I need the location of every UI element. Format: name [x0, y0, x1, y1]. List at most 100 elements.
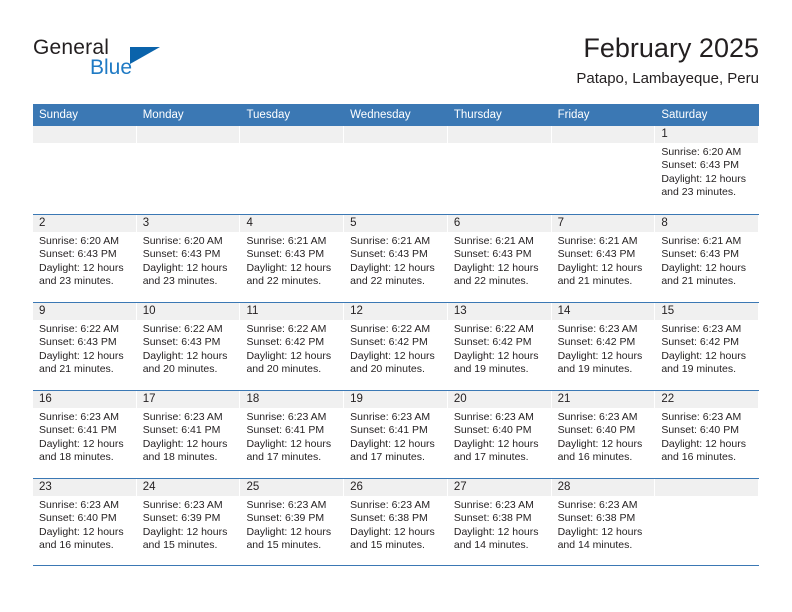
day-sun-info: Sunrise: 6:21 AM Sunset: 6:43 PM Daylight:…	[552, 232, 655, 289]
calendar-day-cell[interactable]: 21 Sunrise: 6:23 AM Sunset: 6:40 PM Dayligh…	[551, 391, 656, 478]
calendar-day-cell[interactable]: 20 Sunrise: 6:23 AM Sunset: 6:40 PM Dayligh…	[447, 391, 552, 478]
day-sun-info: Sunrise: 6:21 AM Sunset: 6:43 PM Daylight:…	[240, 232, 343, 289]
calendar-day-cell[interactable]: 14 Sunrise: 6:23 AM Sunset: 6:42 PM Dayligh…	[551, 303, 656, 390]
sunset-time: Sunset: 6:38 PM	[557, 512, 636, 525]
calendar-day-cell[interactable]: 17 Sunrise: 6:23 AM Sunset: 6:41 PM Dayligh…	[136, 391, 241, 478]
calendar-day-cell-empty	[655, 479, 760, 565]
daylight-duration-line1: Daylight: 12 hours	[350, 261, 435, 274]
daylight-duration-line2: and 14 minutes.	[453, 539, 529, 552]
calendar-day-cell[interactable]: 18 Sunrise: 6:23 AM Sunset: 6:41 PM Dayligh…	[240, 391, 345, 478]
daylight-duration-line2: and 21 minutes.	[39, 363, 114, 376]
calendar-day-cell[interactable]: 24 Sunrise: 6:23 AM Sunset: 6:39 PM Dayligh…	[136, 479, 241, 565]
calendar-day-cell[interactable]: 1 Sunrise: 6:20 AM Sunset: 6:43 PM Daylight…	[655, 126, 760, 214]
daylight-duration-line1: Daylight: 12 hours	[246, 349, 332, 362]
sunrise-time: Sunrise: 6:23 AM	[350, 411, 431, 423]
daylight-duration-line1: Daylight: 12 hours	[453, 437, 539, 450]
calendar-day-cell-empty	[33, 126, 137, 214]
calendar-day-cell[interactable]: 11 Sunrise: 6:22 AM Sunset: 6:42 PM Dayligh…	[240, 303, 345, 390]
calendar-day-cell[interactable]: 16 Sunrise: 6:23 AM Sunset: 6:41 PM Dayligh…	[33, 391, 137, 478]
sunset-time: Sunset: 6:40 PM	[661, 424, 739, 437]
calendar-day-cell[interactable]: 7 Sunrise: 6:21 AM Sunset: 6:43 PM Daylight…	[551, 215, 656, 302]
sunrise-time: Sunrise: 6:21 AM	[557, 235, 638, 247]
day-number: 27	[447, 479, 551, 496]
day-number	[33, 126, 136, 143]
calendar-day-cell[interactable]: 13 Sunrise: 6:22 AM Sunset: 6:42 PM Dayligh…	[447, 303, 552, 390]
logo-text-blue: Blue	[90, 56, 133, 79]
weekday-header-friday: Friday	[557, 109, 590, 121]
calendar-day-cell[interactable]: 3 Sunrise: 6:20 AM Sunset: 6:43 PM Daylight…	[136, 215, 241, 302]
day-sun-info: Sunrise: 6:23 AM Sunset: 6:40 PM Daylight:…	[448, 408, 551, 465]
daylight-duration-line2: and 23 minutes.	[661, 186, 737, 199]
sunrise-time: Sunrise: 6:21 AM	[350, 235, 431, 247]
daylight-duration-line2: and 16 minutes.	[39, 539, 114, 552]
daylight-duration-line1: Daylight: 12 hours	[39, 261, 124, 274]
daylight-duration-line1: Daylight: 12 hours	[246, 437, 332, 450]
calendar-day-cell[interactable]: 6 Sunrise: 6:21 AM Sunset: 6:43 PM Daylight…	[447, 215, 552, 302]
sunset-time: Sunset: 6:39 PM	[142, 512, 221, 525]
day-sun-info: Sunrise: 6:23 AM Sunset: 6:41 PM Daylight:…	[137, 408, 240, 465]
calendar-day-cell[interactable]: 26 Sunrise: 6:23 AM Sunset: 6:38 PM Dayligh…	[344, 479, 448, 565]
day-sun-info: Sunrise: 6:23 AM Sunset: 6:41 PM Daylight:…	[33, 408, 136, 465]
day-number	[655, 479, 759, 496]
calendar-day-cell[interactable]: 12 Sunrise: 6:22 AM Sunset: 6:42 PM Dayligh…	[344, 303, 448, 390]
day-number	[551, 126, 655, 143]
day-number: 25	[240, 479, 344, 496]
sunset-time: Sunset: 6:38 PM	[453, 512, 532, 525]
calendar-day-cell[interactable]: 15 Sunrise: 6:23 AM Sunset: 6:42 PM Dayligh…	[655, 303, 760, 390]
calendar-day-cell[interactable]: 19 Sunrise: 6:23 AM Sunset: 6:41 PM Dayligh…	[344, 391, 448, 478]
daylight-duration-line1: Daylight: 12 hours	[453, 525, 539, 538]
sunset-time: Sunset: 6:43 PM	[557, 248, 636, 261]
day-sun-info: Sunrise: 6:23 AM Sunset: 6:38 PM Daylight:…	[552, 496, 655, 553]
calendar-day-cell-empty	[551, 126, 656, 214]
sunset-time: Sunset: 6:42 PM	[453, 336, 532, 349]
day-number: 8	[655, 215, 759, 232]
sunrise-time: Sunrise: 6:23 AM	[142, 499, 223, 511]
sunrise-time: Sunrise: 6:23 AM	[661, 411, 742, 423]
daylight-duration-line2: and 19 minutes.	[453, 363, 529, 376]
daylight-duration-line2: and 19 minutes.	[661, 363, 737, 376]
day-number: 23	[33, 479, 136, 496]
daylight-duration-line2: and 22 minutes.	[453, 275, 529, 288]
day-sun-info: Sunrise: 6:23 AM Sunset: 6:39 PM Daylight:…	[240, 496, 343, 553]
daylight-duration-line2: and 18 minutes.	[39, 451, 114, 464]
day-sun-info: Sunrise: 6:20 AM Sunset: 6:43 PM Daylight:…	[137, 232, 240, 289]
sunset-time: Sunset: 6:42 PM	[350, 336, 428, 349]
daylight-duration-line1: Daylight: 12 hours	[39, 349, 124, 362]
day-number: 2	[33, 215, 136, 232]
day-sun-info: Sunrise: 6:23 AM Sunset: 6:40 PM Daylight:…	[33, 496, 136, 553]
sunset-time: Sunset: 6:42 PM	[246, 336, 325, 349]
sunrise-time: Sunrise: 6:20 AM	[142, 235, 223, 247]
day-sun-info: Sunrise: 6:22 AM Sunset: 6:43 PM Daylight:…	[137, 320, 240, 377]
daylight-duration-line2: and 21 minutes.	[661, 275, 737, 288]
calendar-week-row: 9 Sunrise: 6:22 AM Sunset: 6:43 PM Daylight…	[33, 302, 760, 390]
calendar-day-cell[interactable]: 23 Sunrise: 6:23 AM Sunset: 6:40 PM Dayligh…	[33, 479, 137, 565]
sunrise-time: Sunrise: 6:23 AM	[453, 411, 534, 423]
daylight-duration-line1: Daylight: 12 hours	[557, 437, 643, 450]
daylight-duration-line1: Daylight: 12 hours	[661, 437, 746, 450]
calendar-day-cell[interactable]: 22 Sunrise: 6:23 AM Sunset: 6:40 PM Dayligh…	[655, 391, 760, 478]
calendar-day-cell[interactable]: 25 Sunrise: 6:23 AM Sunset: 6:39 PM Dayligh…	[240, 479, 345, 565]
day-number: 28	[551, 479, 655, 496]
sunrise-time: Sunrise: 6:23 AM	[557, 323, 638, 335]
day-number: 4	[240, 215, 344, 232]
calendar-day-cell[interactable]: 9 Sunrise: 6:22 AM Sunset: 6:43 PM Daylight…	[33, 303, 137, 390]
day-number: 13	[447, 303, 551, 320]
day-number	[447, 126, 551, 143]
calendar-day-cell[interactable]: 5 Sunrise: 6:21 AM Sunset: 6:43 PM Daylight…	[344, 215, 448, 302]
sunset-time: Sunset: 6:41 PM	[142, 424, 221, 437]
daylight-duration-line2: and 16 minutes.	[557, 451, 633, 464]
calendar-day-cell[interactable]: 2 Sunrise: 6:20 AM Sunset: 6:43 PM Daylight…	[33, 215, 137, 302]
day-number: 9	[33, 303, 136, 320]
calendar-day-cell[interactable]: 10 Sunrise: 6:22 AM Sunset: 6:43 PM Dayligh…	[136, 303, 241, 390]
day-number: 16	[33, 391, 136, 408]
calendar-day-cell[interactable]: 27 Sunrise: 6:23 AM Sunset: 6:38 PM Dayligh…	[447, 479, 552, 565]
sunset-time: Sunset: 6:42 PM	[557, 336, 636, 349]
sunset-time: Sunset: 6:40 PM	[557, 424, 636, 437]
sunrise-time: Sunrise: 6:23 AM	[246, 499, 327, 511]
calendar-day-cell[interactable]: 4 Sunrise: 6:21 AM Sunset: 6:43 PM Daylight…	[240, 215, 345, 302]
calendar-day-cell[interactable]: 8 Sunrise: 6:21 AM Sunset: 6:43 PM Daylight…	[655, 215, 760, 302]
day-number: 20	[447, 391, 551, 408]
day-number: 7	[551, 215, 655, 232]
daylight-duration-line1: Daylight: 12 hours	[453, 349, 539, 362]
calendar-day-cell[interactable]: 28 Sunrise: 6:23 AM Sunset: 6:38 PM Dayligh…	[551, 479, 656, 565]
